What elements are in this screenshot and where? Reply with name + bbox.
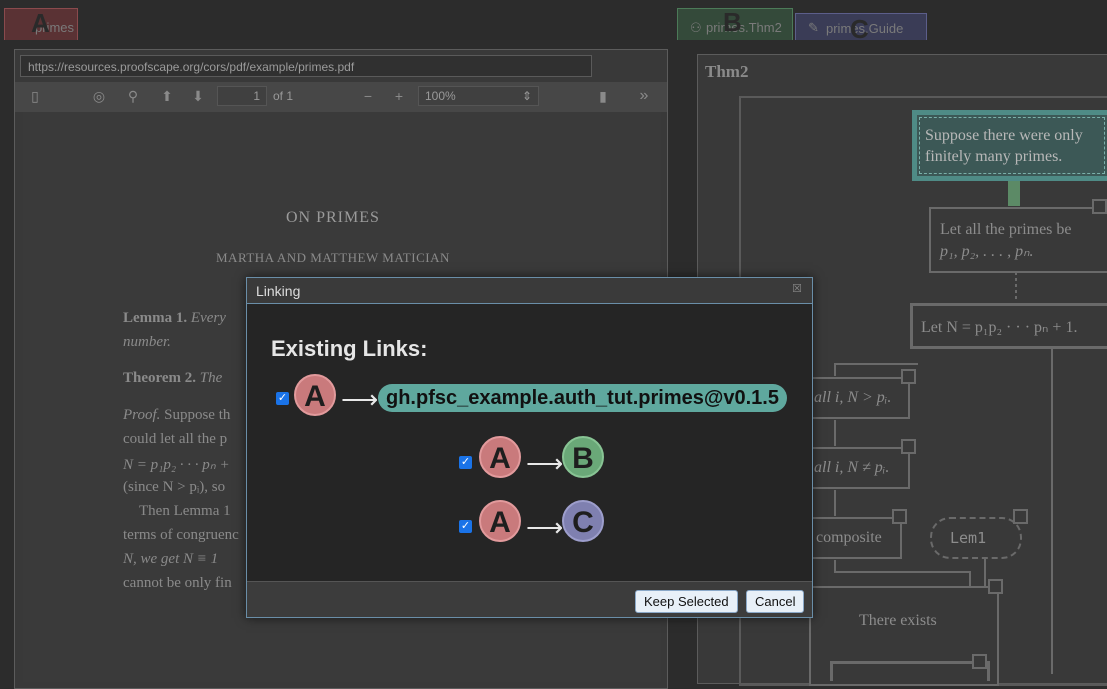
tab-label: primes.Thm2 <box>706 20 782 35</box>
proof-head: Proof. <box>123 407 161 423</box>
graph-node-composite[interactable]: composite <box>806 517 902 559</box>
person-icon: ⚇ <box>690 20 702 35</box>
theorem-text: The <box>199 370 223 386</box>
tab-a-marker: A <box>31 8 50 38</box>
proof-line: Proof. Suppose th <box>123 407 230 424</box>
page-number-input[interactable]: 1 <box>217 86 267 106</box>
page-count: of 1 <box>273 89 294 103</box>
graph-edge <box>834 560 971 586</box>
node-line: Let all the primes be <box>940 221 1072 238</box>
tab-b-badge: B <box>562 436 604 478</box>
chevron-updown-icon: ⇕ <box>521 89 532 103</box>
graph-node-all-primes[interactable]: Let all the primes be p₁, p₂, . . . , pₙ… <box>929 207 1107 273</box>
arrow-right-icon: ⟶ <box>526 512 564 542</box>
sidebar-toggle-icon[interactable]: ▯ <box>27 88 43 104</box>
proof-line: could let all the p <box>123 431 228 447</box>
pencil-icon: ✎ <box>808 20 819 35</box>
tab-b-marker: B <box>723 7 742 37</box>
proof-line: (since N > pᵢ), so <box>123 479 226 495</box>
zoom-in-icon[interactable]: + <box>391 88 407 104</box>
linking-dialog: Linking ☒ Existing Links: ✓ A ⟶ gh.pfsc_… <box>246 277 813 618</box>
arrow-right-icon: ⟶ <box>526 448 564 478</box>
proof-line: N = p₁p₂ · · · pₙ + <box>123 457 230 473</box>
node-dashed-border <box>919 117 1105 174</box>
lemma-statement: Lemma 1. Every <box>123 310 226 327</box>
graph-node-n-not-equal[interactable]: all i, N ≠ pᵢ. <box>806 447 910 489</box>
proof-text: Suppose th <box>164 407 231 423</box>
zoom-value: 100% <box>425 89 456 103</box>
pdf-url-input[interactable]: https://resources.proofscape.org/cors/pd… <box>20 55 592 77</box>
lemma-text: Every <box>190 310 226 326</box>
node-corner-handle[interactable] <box>1013 509 1028 524</box>
existing-links-heading: Existing Links: <box>271 336 428 361</box>
link-checkbox[interactable]: ✓ <box>459 456 472 469</box>
keep-selected-button[interactable]: Keep Selected <box>635 590 738 613</box>
zoom-select[interactable]: 100% ⇕ <box>418 86 539 106</box>
tab-a-badge: A <box>479 436 521 478</box>
search-icon[interactable]: ⚲ <box>125 88 141 104</box>
graph-node-define-n[interactable]: Let N = p₁p₂ · · · pₙ + 1. <box>910 303 1107 349</box>
node-corner-handle[interactable] <box>901 369 916 384</box>
paper-title: ON PRIMES <box>286 209 380 226</box>
page-down-icon[interactable]: ⬇ <box>190 88 206 104</box>
theorem-statement: Theorem 2. The <box>123 370 222 387</box>
theorem-head: Theorem 2. <box>123 370 197 386</box>
graph-node-lem1[interactable]: Lem1 <box>930 517 1022 559</box>
pdf-toolbar <box>15 82 667 112</box>
tab-a-badge: A <box>479 500 521 542</box>
proof-line: terms of congruenc <box>123 527 239 543</box>
proof-line: Then Lemma 1 <box>139 503 231 519</box>
tab-c-marker: C <box>850 14 869 44</box>
more-tools-icon[interactable]: » <box>636 88 652 104</box>
dialog-header: Linking ☒ <box>247 278 812 304</box>
node-line: p₁, p₂, . . . , pₙ. <box>940 243 1034 260</box>
link-target-pill: gh.pfsc_example.auth_tut.primes@v0.1.5 <box>378 384 787 412</box>
tab-a-badge: A <box>294 374 336 416</box>
proof-line: N, we get N ≡ 1 <box>123 551 219 567</box>
graph-node-child[interactable] <box>830 661 990 681</box>
zoom-out-icon[interactable]: − <box>360 88 376 104</box>
link-checkbox[interactable]: ✓ <box>276 392 289 405</box>
graph-node-supposition[interactable]: Suppose there were only finitely many pr… <box>912 110 1107 181</box>
dialog-title: Linking <box>256 283 301 299</box>
arrow-right-icon: ⟶ <box>341 384 379 414</box>
cancel-button[interactable]: Cancel <box>746 590 805 613</box>
node-corner-handle[interactable] <box>972 654 987 669</box>
lemma-head: Lemma 1. <box>123 310 188 326</box>
fingerprint-icon[interactable]: ◎ <box>91 88 107 104</box>
node-corner-handle[interactable] <box>892 509 907 524</box>
node-corner-handle[interactable] <box>901 439 916 454</box>
page-up-icon[interactable]: ⬆ <box>159 88 175 104</box>
bookmark-icon[interactable]: ▮ <box>595 88 611 104</box>
tab-c-badge: C <box>562 500 604 542</box>
lemma-text-2: number. <box>123 334 171 350</box>
link-checkbox[interactable]: ✓ <box>459 520 472 533</box>
paper-authors: MARTHA AND MATTHEW MATICIAN <box>216 250 450 265</box>
graph-node-n-greater[interactable]: all i, N > pᵢ. <box>806 377 910 419</box>
node-corner-handle[interactable] <box>1092 199 1107 214</box>
proof-line: cannot be only fin <box>123 575 232 591</box>
dialog-footer: Keep Selected Cancel <box>247 581 812 617</box>
node-corner-handle[interactable] <box>988 579 1003 594</box>
close-icon[interactable]: ☒ <box>791 283 803 295</box>
